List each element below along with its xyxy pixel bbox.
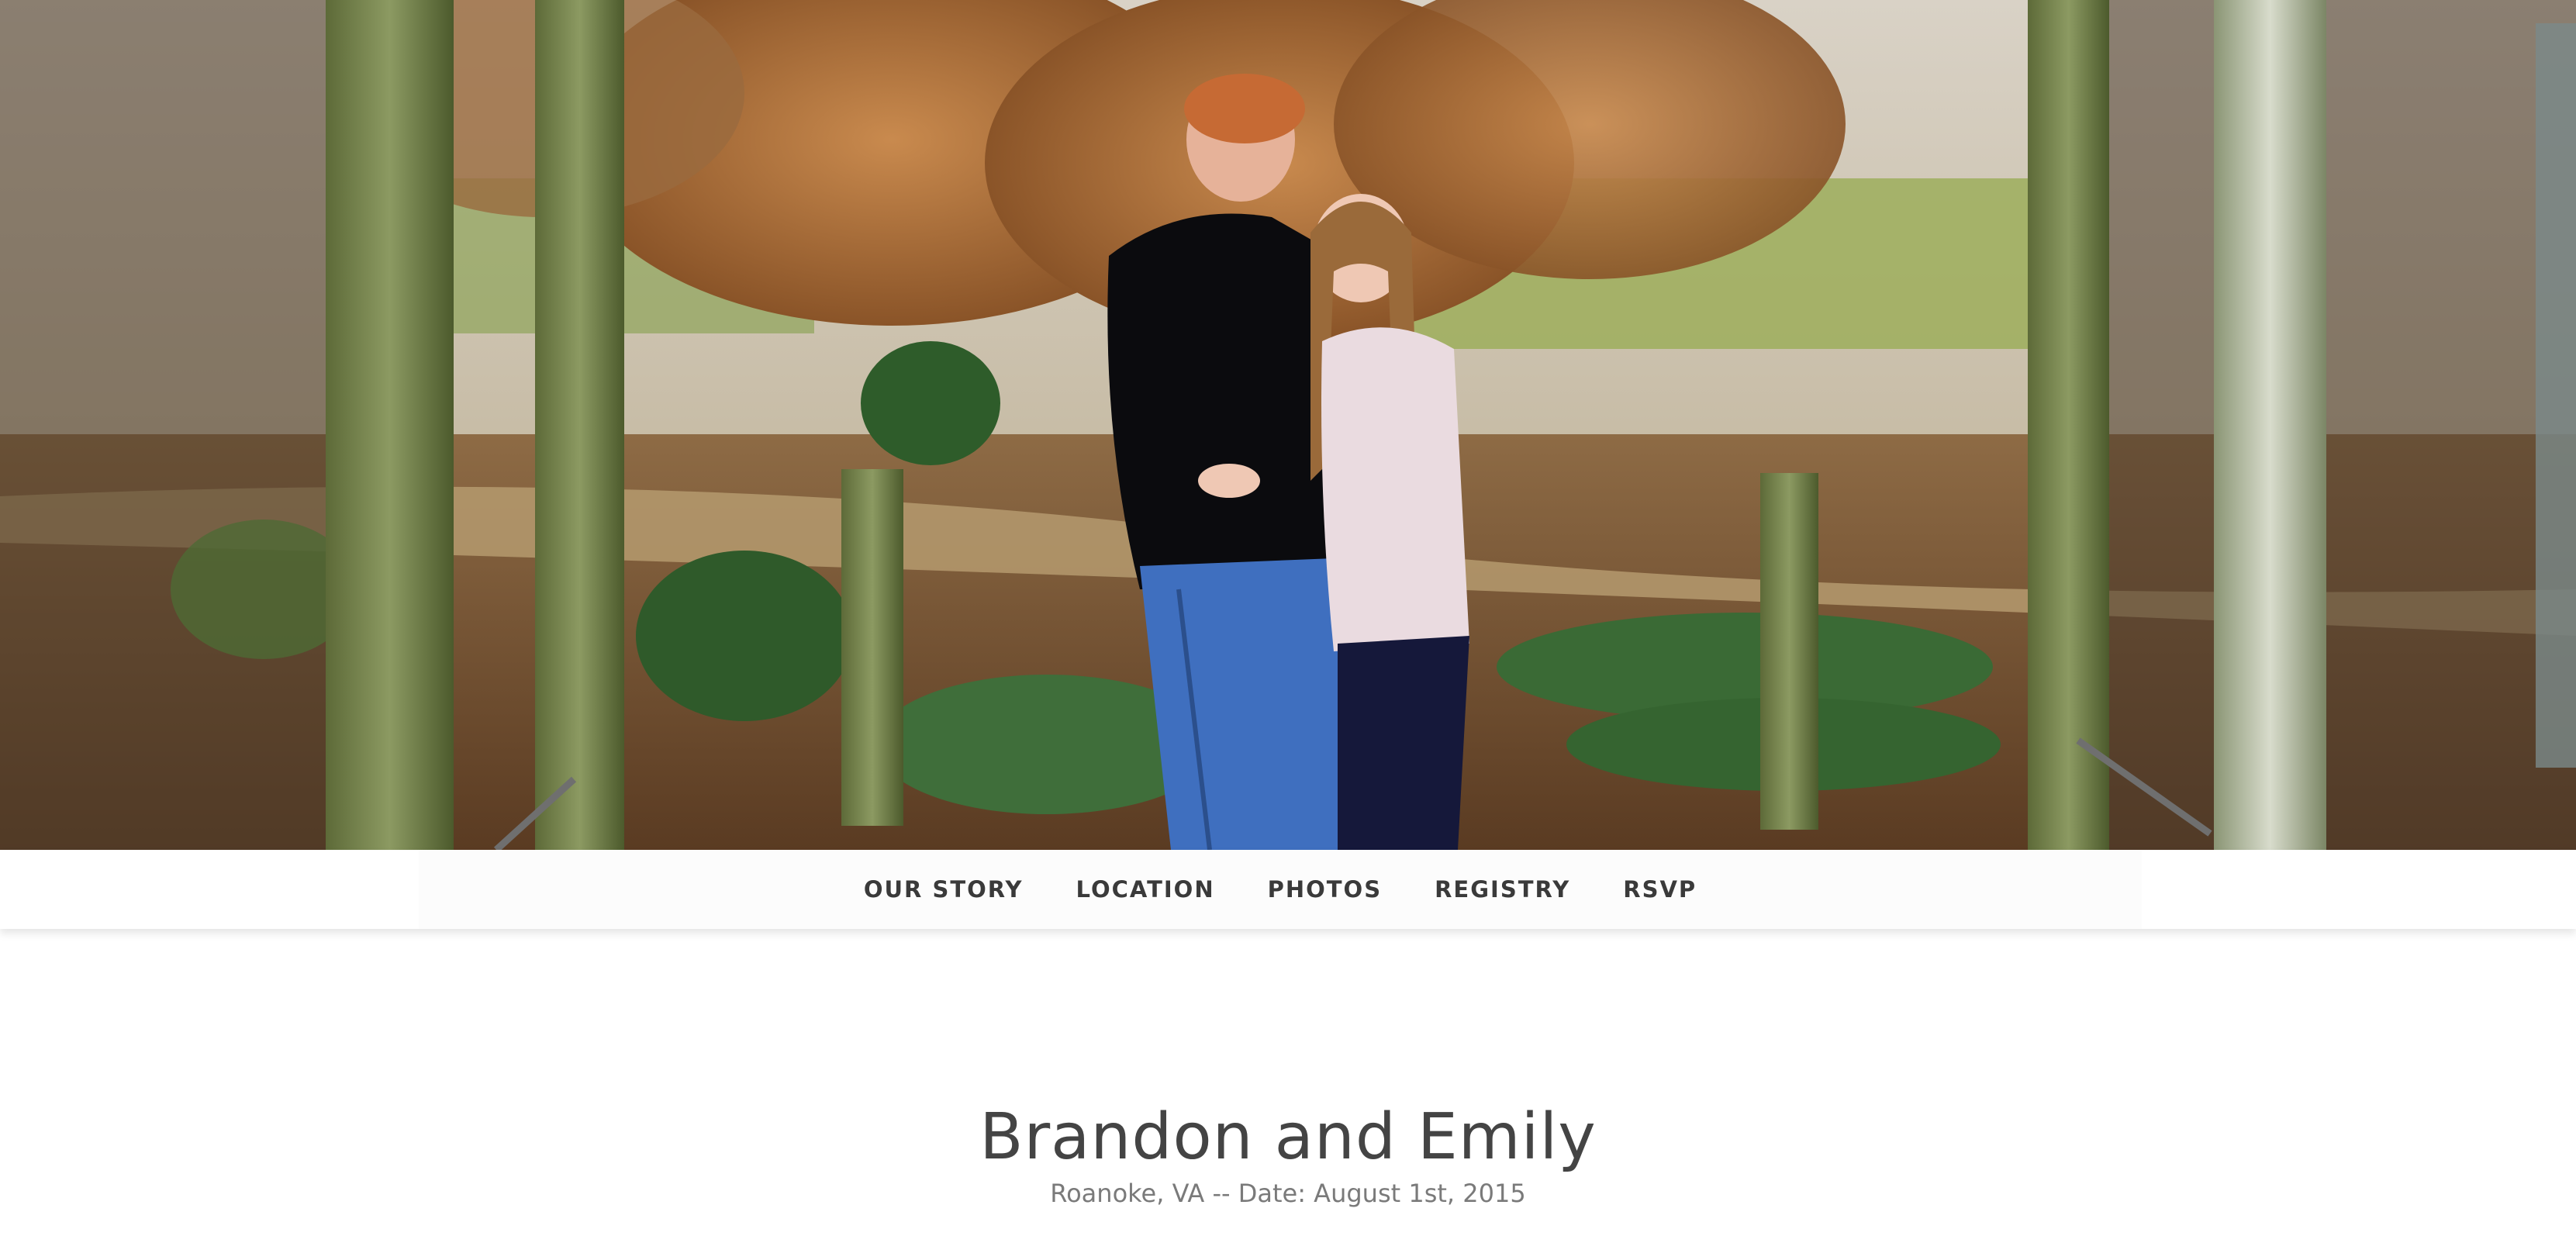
nav-item-location[interactable]: LOCATION xyxy=(1050,876,1241,903)
nav-item-rsvp[interactable]: RSVP xyxy=(1597,876,1723,903)
nav-item-photos[interactable]: PHOTOS xyxy=(1241,876,1409,903)
nav-item-registry[interactable]: REGISTRY xyxy=(1408,876,1597,903)
nav-list: OUR STORY LOCATION PHOTOS REGISTRY RSVP xyxy=(837,876,1723,903)
page-title: Brandon and Emily xyxy=(979,1100,1597,1174)
page-subtitle: Roanoke, VA -- Date: August 1st, 2015 xyxy=(1050,1179,1526,1209)
main-navbar: OUR STORY LOCATION PHOTOS REGISTRY RSVP xyxy=(0,850,2576,929)
nav-container: OUR STORY LOCATION PHOTOS REGISTRY RSVP xyxy=(419,850,2142,929)
hero-photo xyxy=(0,0,2576,850)
nav-item-our-story[interactable]: OUR STORY xyxy=(837,876,1050,903)
intro-section: Brandon and Emily Roanoke, VA -- Date: A… xyxy=(0,1100,2576,1209)
page: OUR STORY LOCATION PHOTOS REGISTRY RSVP … xyxy=(0,0,2576,1236)
